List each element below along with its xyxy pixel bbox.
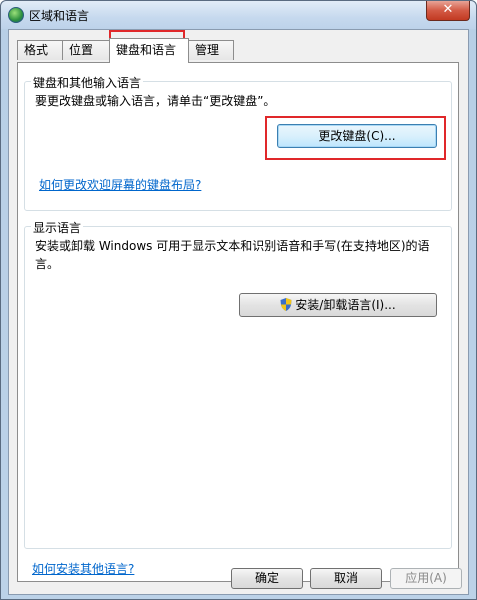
welcome-screen-keyboard-link[interactable]: 如何更改欢迎屏幕的键盘布局?: [39, 176, 201, 193]
tab-formats[interactable]: 格式: [17, 40, 63, 60]
display-language-group: 显示语言 安装或卸载 Windows 可用于显示文本和识别语音和手写(在支持地区…: [24, 219, 452, 549]
dialog-client: 格式 位置 键盘和语言 管理 键盘和其他输入语言 要更改键盘或输入语言，请单击“…: [8, 29, 469, 595]
tab-administrative[interactable]: 管理: [188, 40, 234, 60]
display-language-description-2: 言。: [35, 257, 60, 271]
title-bar[interactable]: 区域和语言 ✕: [1, 1, 476, 29]
tab-location[interactable]: 位置: [62, 40, 110, 60]
install-uninstall-languages-label: 安装/卸载语言(I)...: [295, 298, 396, 312]
window-title: 区域和语言: [29, 9, 90, 23]
keyboards-description: 要更改键盘或输入语言，请单击“更改键盘”。: [35, 94, 276, 108]
install-languages-link[interactable]: 如何安装其他语言?: [32, 560, 134, 577]
close-button[interactable]: ✕: [426, 1, 470, 21]
change-keyboards-button[interactable]: 更改键盘(C)...: [277, 124, 437, 148]
display-language-description-1: 安装或卸载 Windows 可用于显示文本和识别语音和手写(在支持地区)的语: [35, 239, 430, 253]
uac-shield-icon: [280, 298, 292, 311]
install-uninstall-languages-button[interactable]: 安装/卸载语言(I)...: [239, 293, 437, 317]
tab-panel: 键盘和其他输入语言 要更改键盘或输入语言，请单击“更改键盘”。 更改键盘(C).…: [17, 62, 459, 582]
keyboards-group-label: 键盘和其他输入语言: [31, 74, 144, 91]
region-language-window: 区域和语言 ✕ 格式 位置 键盘和语言 管理 键盘和其他输入语言 要更改键盘或输…: [0, 0, 477, 600]
tab-keyboards-languages[interactable]: 键盘和语言: [109, 38, 189, 63]
keyboards-group: 键盘和其他输入语言 要更改键盘或输入语言，请单击“更改键盘”。 更改键盘(C).…: [24, 74, 452, 211]
display-language-group-label: 显示语言: [31, 219, 84, 236]
cancel-button[interactable]: 取消: [310, 568, 382, 589]
apply-button[interactable]: 应用(A): [390, 568, 462, 589]
ok-button[interactable]: 确定: [231, 568, 303, 589]
globe-icon: [8, 7, 24, 23]
